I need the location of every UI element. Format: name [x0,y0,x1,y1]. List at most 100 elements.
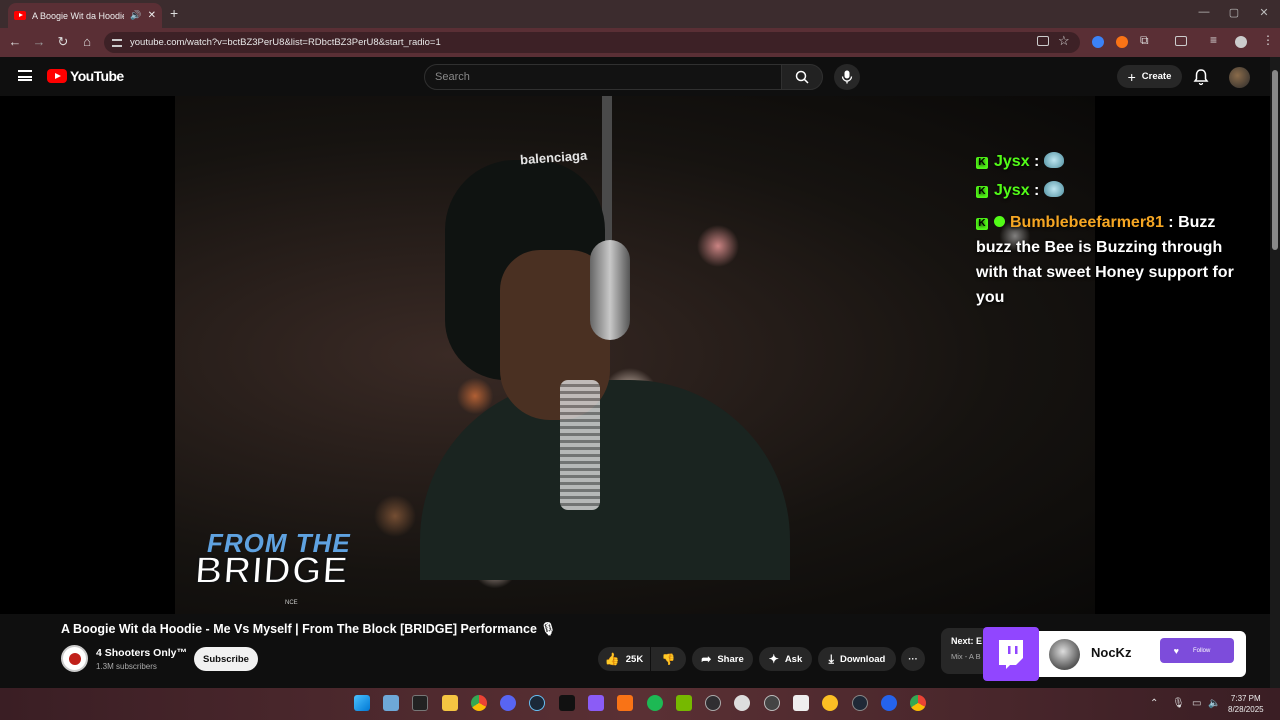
bookmark-star-icon[interactable]: ☆ [1058,33,1070,49]
sparkle-icon: ✦ [768,652,779,666]
twitch-follow-card: NocKz Follow [1039,631,1246,677]
thumbs-down-icon: 👎 [661,653,676,666]
tray-chevron-icon[interactable]: ⌃ [1150,698,1158,709]
youtube-logo-text: YouTube [70,68,124,84]
back-icon[interactable]: ← [7,34,23,50]
network-icon[interactable]: ▭ [1192,698,1201,709]
streamer-name: NocKz [1091,645,1132,660]
kick-badge-icon: K [976,218,988,230]
nvidia-icon[interactable] [676,695,692,711]
dislike-button[interactable]: 👎 [651,647,686,671]
app-icon[interactable] [734,695,750,711]
search-input[interactable]: Search [424,64,782,90]
address-url: youtube.com/watch?v=bctBZ3PerU8&list=RDb… [130,37,441,48]
terminal-icon[interactable] [412,695,428,711]
obs-icon[interactable] [705,695,721,711]
search-button[interactable] [781,64,823,90]
close-tab-icon[interactable]: ✕ [148,10,156,21]
follow-button[interactable]: Follow [1160,638,1234,663]
vlc-icon[interactable] [617,695,633,711]
new-tab-button[interactable]: + [170,5,178,21]
youtube-logo[interactable]: YouTube [47,68,124,84]
app-icon[interactable] [881,695,897,711]
volume-icon[interactable]: 🔈 [1208,698,1220,709]
discord-icon[interactable] [500,695,516,711]
follow-label: Follow [1193,647,1211,654]
windows-start-icon[interactable] [354,695,370,711]
chat-message: K Bumblebeefarmer81 : Buzz buzz the Bee i… [976,210,1238,310]
account-avatar[interactable] [1229,67,1250,88]
create-label: Create [1141,71,1172,82]
home-icon[interactable]: ⌂ [79,34,95,50]
create-button[interactable]: + Create [1117,65,1182,88]
extension-icon[interactable] [1092,36,1104,48]
clock-date: 8/28/2025 [1228,705,1264,714]
app-icon[interactable] [559,695,575,711]
app-icon[interactable] [764,695,780,711]
channel-name[interactable]: 4 Shooters Only™ [96,647,187,659]
chat-message: K Jysx : [976,181,1064,200]
reading-mode-icon[interactable] [1175,36,1187,46]
microphone-image [590,240,630,340]
kick-badge-icon: K [976,186,988,198]
extension-icon[interactable] [1116,36,1128,48]
close-window-button[interactable]: ✕ [1254,6,1274,19]
youtube-play-logo-icon [47,69,67,83]
chat-message: K Jysx : [976,152,1064,171]
chat-username: Jysx [994,153,1030,170]
share-label: Share [717,653,744,665]
spotify-icon[interactable] [647,695,663,711]
streamer-avatar [1049,639,1080,670]
reload-icon[interactable]: ↻ [55,34,71,50]
hamburger-menu-icon[interactable] [18,70,32,81]
chat-text: : [1034,153,1040,170]
photos-icon[interactable] [383,695,399,711]
feather-app-icon[interactable] [588,695,604,711]
scrollbar-thumb[interactable] [1272,70,1278,250]
chat-username: Jysx [994,182,1030,199]
ask-label: Ask [784,653,803,665]
profile-avatar-icon[interactable] [1235,36,1247,48]
download-button[interactable]: ⤓ Download [818,647,896,671]
share-button[interactable]: ➦ Share [692,647,753,671]
ask-button[interactable]: ✦ Ask [759,647,812,671]
steam-icon[interactable] [529,695,545,711]
notifications-bell-icon[interactable] [1191,67,1211,87]
chrome-icon[interactable] [910,695,926,711]
subscribe-button[interactable]: Subscribe [194,647,258,671]
chrome-menu-icon[interactable]: ⋮ [1262,33,1274,47]
chat-username: Bumblebeefarmer81 [1010,214,1164,231]
clock-time: 7:37 PM [1230,694,1261,703]
voice-search-button[interactable] [834,64,860,90]
app-icon[interactable] [852,695,868,711]
emote-icon [1043,181,1064,197]
chrome-icon[interactable] [471,695,487,711]
youtube-favicon-icon [14,11,26,20]
like-count: 25K [625,653,644,665]
install-app-icon[interactable] [1037,36,1049,46]
speaker-icon[interactable]: 🔊 [130,10,141,21]
media-control-icon[interactable]: ≡ [1210,33,1217,47]
app-icon[interactable] [822,695,838,711]
extensions-puzzle-icon[interactable]: ⧉ [1140,33,1149,48]
site-settings-icon[interactable] [112,38,122,47]
download-icon: ⤓ [828,651,834,666]
app-icon[interactable] [793,695,809,711]
file-explorer-icon[interactable] [442,695,458,711]
microphone-tray-icon[interactable]: 🎙 [1172,698,1185,709]
windows-taskbar [0,688,1280,720]
thumbs-up-icon: 👍 [604,652,620,666]
chain-image [560,380,600,510]
channel-avatar[interactable] [61,645,88,672]
overlay-brand-small: NCE [285,600,298,606]
maximize-button[interactable]: ▢ [1224,6,1244,19]
minimize-button[interactable]: — [1194,6,1214,18]
browser-tab[interactable]: A Boogie Wit da Hoodie - I 🔊 ✕ [8,3,162,28]
more-actions-button[interactable]: ··· [901,647,925,671]
address-bar[interactable]: youtube.com/watch?v=bctBZ3PerU8&list=RDb… [104,32,1080,53]
forward-icon[interactable]: → [31,34,47,50]
overlay-brand-main: BRIDGE [193,549,352,593]
system-clock[interactable]: 7:37 PM 8/28/2025 [1228,693,1264,715]
kick-badge-icon: K [976,157,988,169]
like-button[interactable]: 👍 25K [598,647,650,671]
